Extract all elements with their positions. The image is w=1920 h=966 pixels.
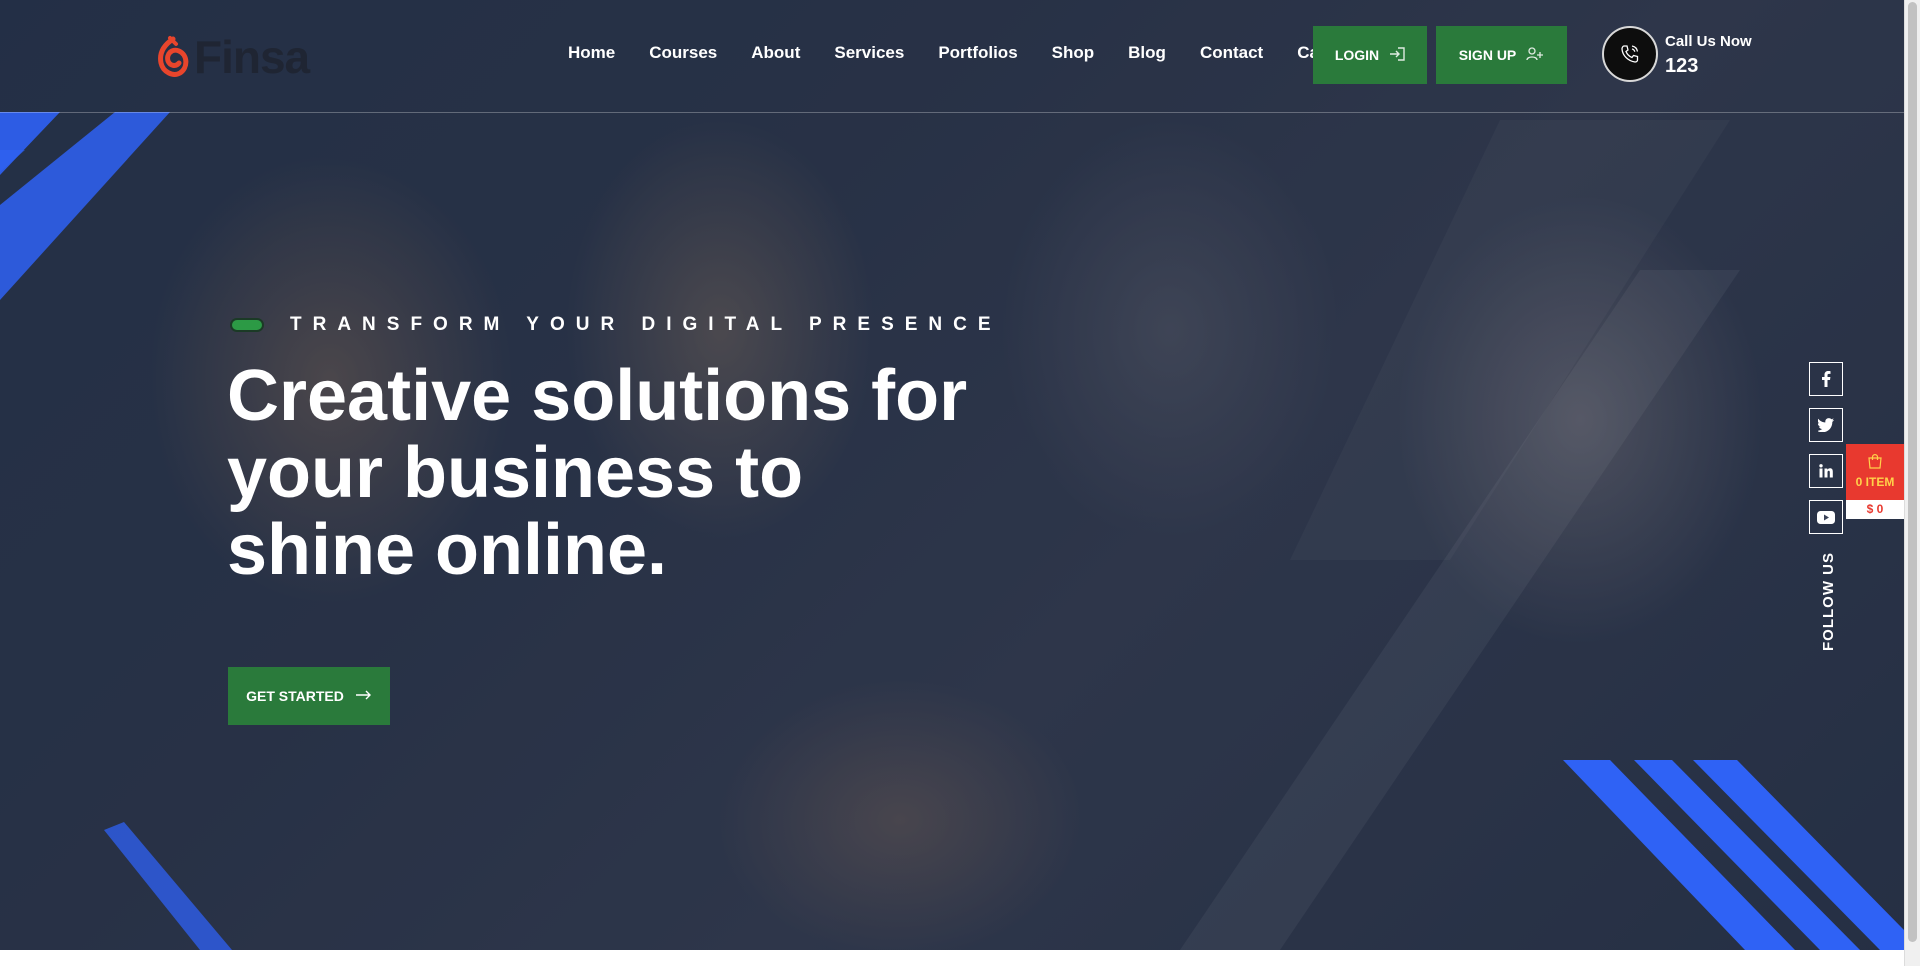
youtube-link[interactable] <box>1809 500 1843 534</box>
nav-item-blog[interactable]: Blog <box>1128 43 1166 63</box>
brand-logo[interactable]: Finsa <box>156 30 310 84</box>
hero-headline: Creative solutions for your business to … <box>227 356 968 590</box>
cart-total: $ 0 <box>1846 500 1904 519</box>
twitter-link[interactable] <box>1809 408 1843 442</box>
floating-cart-widget[interactable]: 0 ITEM $ 0 <box>1846 444 1904 519</box>
hero-section: Finsa Home Courses About Services Portfo… <box>0 0 1904 950</box>
follow-us-label: FOLLOW US <box>1820 552 1837 651</box>
nav-item-about[interactable]: About <box>751 43 800 63</box>
add-user-icon <box>1526 46 1544 64</box>
page-scrollbar[interactable] <box>1904 0 1920 966</box>
twitter-icon <box>1818 418 1834 432</box>
get-started-label: GET STARTED <box>246 688 344 704</box>
nav-item-shop[interactable]: Shop <box>1052 43 1095 63</box>
signup-label: SIGN UP <box>1458 47 1517 63</box>
call-number[interactable]: 123 <box>1665 55 1698 78</box>
site-header: Finsa Home Courses About Services Portfo… <box>0 0 1904 113</box>
login-icon <box>1389 46 1405 64</box>
login-label: LOGIN <box>1334 47 1380 63</box>
linkedin-link[interactable] <box>1809 454 1843 488</box>
arrow-right-icon <box>355 687 372 705</box>
nav-item-courses[interactable]: Courses <box>649 43 717 63</box>
phone-icon <box>1621 45 1639 63</box>
facebook-icon <box>1822 371 1831 387</box>
nav-item-contact[interactable]: Contact <box>1200 43 1263 63</box>
brand-name: Finsa <box>194 31 310 83</box>
facebook-link[interactable] <box>1809 362 1843 396</box>
call-label: Call Us Now <box>1665 33 1752 50</box>
cart-item-count: 0 ITEM <box>1855 475 1895 489</box>
tagline-pill-icon <box>230 318 264 332</box>
main-nav: Home Courses About Services Portfolios S… <box>568 43 1365 63</box>
phone-call-button[interactable] <box>1602 26 1658 82</box>
linkedin-icon <box>1819 464 1833 478</box>
shopping-bag-icon <box>1868 454 1882 469</box>
tagline-text: TRANSFORM YOUR DIGITAL PRESENCE <box>290 314 1002 335</box>
login-button[interactable]: LOGIN <box>1313 26 1427 84</box>
scrollbar-thumb[interactable] <box>1908 2 1917 942</box>
logo-mark-icon <box>158 36 189 77</box>
nav-item-portfolios[interactable]: Portfolios <box>938 43 1017 63</box>
nav-item-home[interactable]: Home <box>568 43 615 63</box>
get-started-button[interactable]: GET STARTED <box>228 667 390 725</box>
hero-tagline: TRANSFORM YOUR DIGITAL PRESENCE <box>230 314 1002 336</box>
nav-item-services[interactable]: Services <box>834 43 904 63</box>
signup-button[interactable]: SIGN UP <box>1436 26 1567 84</box>
youtube-icon <box>1817 510 1835 524</box>
